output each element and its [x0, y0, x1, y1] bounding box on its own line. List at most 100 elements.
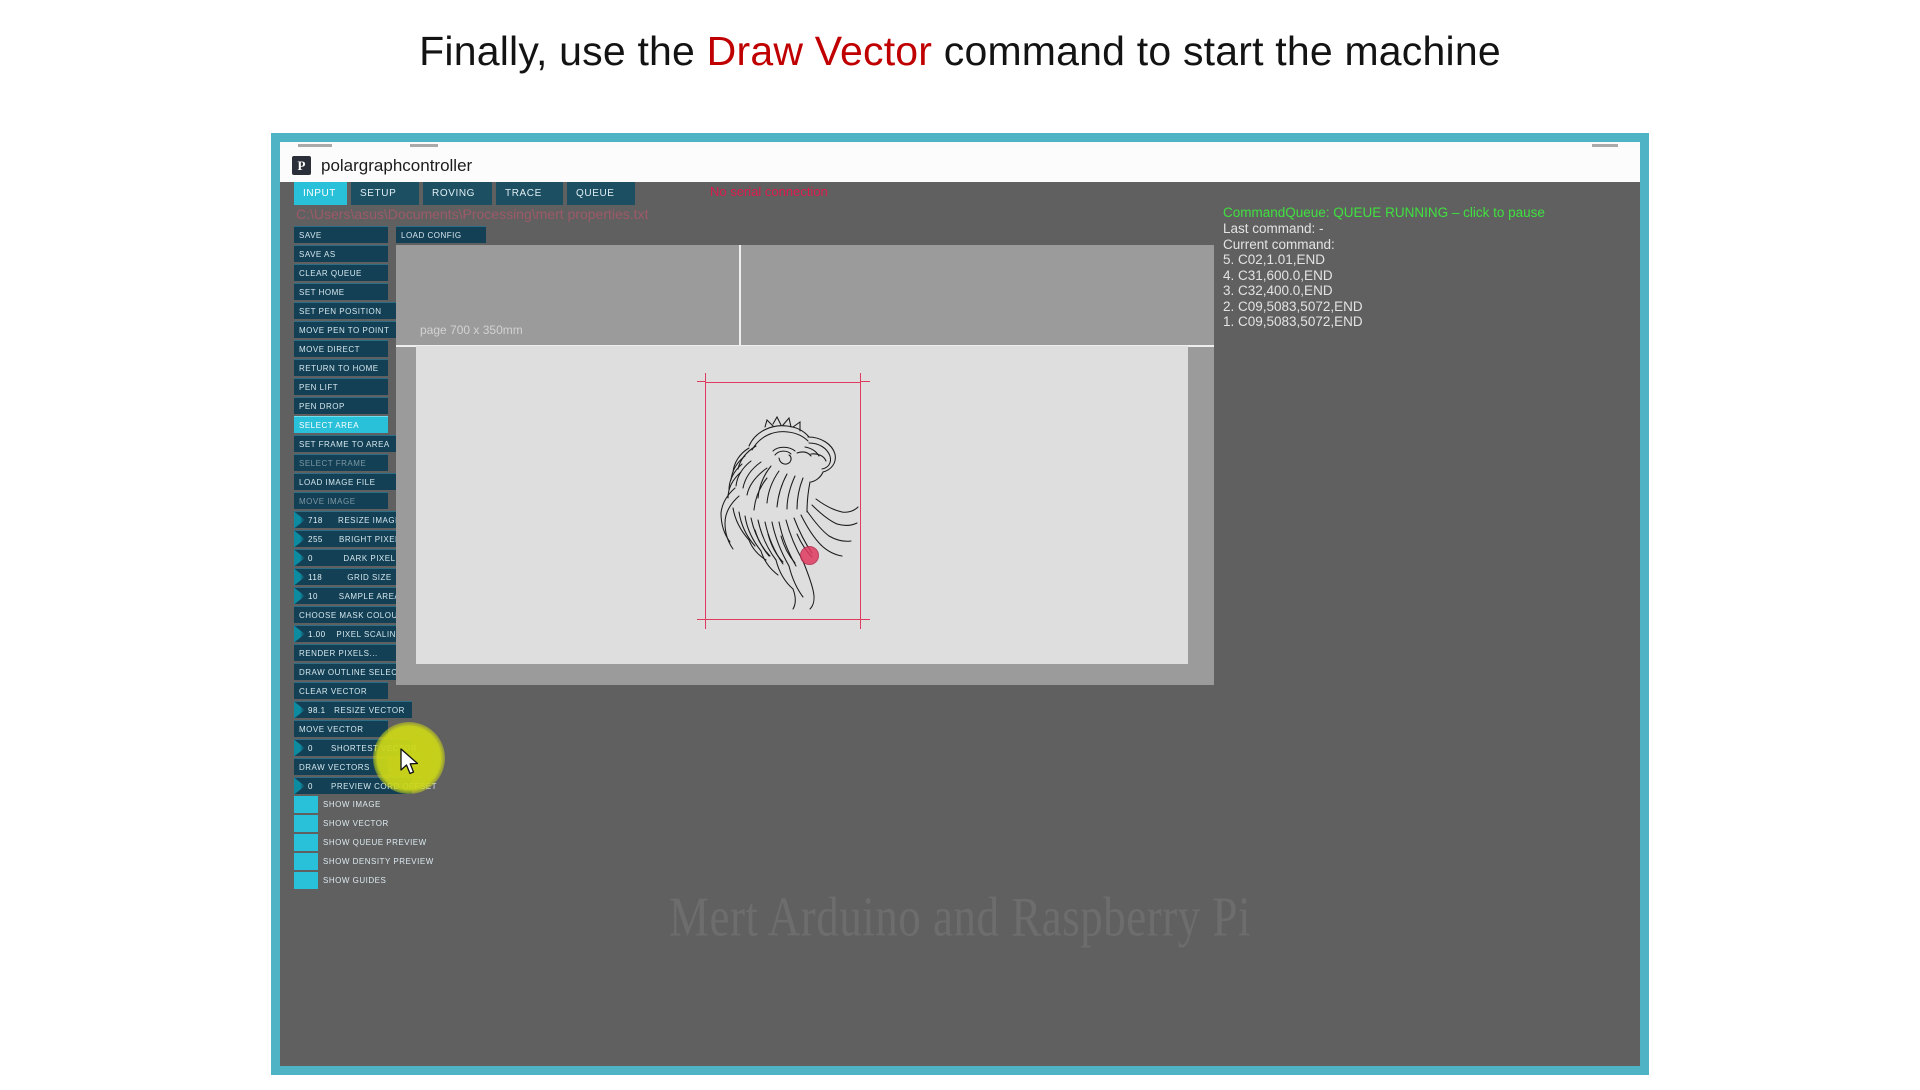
- sidebar-select-frame-button[interactable]: SELECT FRAME: [294, 454, 388, 471]
- load-config-button[interactable]: LOAD CONFIG: [396, 226, 486, 243]
- selection-tick-br-h: [861, 619, 870, 620]
- chrome-glyph-mid: [410, 144, 438, 147]
- sidebar-sample-area-button[interactable]: 10SAMPLE AREA: [294, 587, 412, 604]
- serial-status-text: No serial connection: [710, 184, 828, 199]
- toggle-label-show-queue-preview: SHOW QUEUE PREVIEW: [318, 838, 427, 847]
- guide-line-vertical: [739, 245, 741, 345]
- slider-value-resize-vector: 98.1: [305, 706, 331, 715]
- tab-roving[interactable]: ROVING: [423, 182, 494, 205]
- sidebar-save-as-button[interactable]: SAVE AS: [294, 245, 388, 262]
- slider-handle-grid-size[interactable]: [294, 569, 305, 586]
- sidebar-draw-outline-selected-button[interactable]: DRAW OUTLINE SELECTED: [294, 663, 412, 680]
- sidebar-set-frame-to-area-button[interactable]: SET FRAME TO AREA: [294, 435, 412, 452]
- sidebar-load-image-file-button[interactable]: LOAD IMAGE FILE: [294, 473, 412, 490]
- slider-value-pixel-scaling: 1.00: [305, 630, 331, 639]
- sidebar-show-density-preview-button[interactable]: SHOW DENSITY PREVIEW: [294, 853, 412, 870]
- sidebar-move-vector-button[interactable]: MOVE VECTOR: [294, 720, 388, 737]
- chrome-glyph-right: [1592, 144, 1618, 147]
- slider-value-preview-cord-offset: 0: [305, 782, 331, 791]
- slider-value-sample-area: 10: [305, 592, 331, 601]
- tab-bar: INPUT SETUP ROVING TRACE QUEUE No serial…: [280, 182, 1640, 205]
- tab-trace[interactable]: TRACE: [496, 182, 565, 205]
- queue-command-item: 5. C02,1.01,END: [1223, 252, 1623, 268]
- page-title-part2: command to start the machine: [932, 28, 1501, 74]
- current-command-label: Current command:: [1223, 237, 1623, 253]
- window-title: polargraphcontroller: [321, 156, 472, 176]
- slider-handle-shortest-vector[interactable]: [294, 740, 305, 757]
- slider-value-shortest-vector: 0: [305, 744, 331, 753]
- selection-tick-tl-v: [705, 373, 706, 382]
- queue-command-item: 3. C32,400.0,END: [1223, 283, 1623, 299]
- sidebar-return-to-home-button[interactable]: RETURN TO HOME: [294, 359, 388, 376]
- slider-handle-bright-pixel[interactable]: [294, 531, 305, 548]
- sidebar: SAVESAVE ASCLEAR QUEUESET HOMESET PEN PO…: [294, 226, 388, 891]
- sidebar-pen-lift-button[interactable]: PEN LIFT: [294, 378, 388, 395]
- slider-value-bright-pixel: 255: [305, 535, 331, 544]
- toggle-label-show-vector: SHOW VECTOR: [318, 819, 389, 828]
- queue-status-text[interactable]: CommandQueue: QUEUE RUNNING – click to p…: [1223, 205, 1623, 221]
- sidebar-save-button[interactable]: SAVE: [294, 226, 388, 243]
- toggle-label-show-image: SHOW IMAGE: [318, 800, 381, 809]
- slider-label-resize-vector: RESIZE VECTOR: [331, 706, 412, 715]
- slider-handle-preview-cord-offset[interactable]: [294, 778, 305, 795]
- sidebar-show-vector-button[interactable]: SHOW VECTOR: [294, 815, 412, 832]
- sidebar-bright-pixel-button[interactable]: 255BRIGHT PIXEL: [294, 530, 412, 547]
- last-command-label: Last command: -: [1223, 221, 1623, 237]
- sidebar-set-home-button[interactable]: SET HOME: [294, 283, 388, 300]
- page-size-label: page 700 x 350mm: [420, 323, 523, 337]
- sidebar-show-image-button[interactable]: SHOW IMAGE: [294, 796, 412, 813]
- slider-handle-dark-pixel[interactable]: [294, 550, 305, 567]
- application-window: P polargraphcontroller INPUT SETUP ROVIN…: [280, 142, 1640, 1066]
- sidebar-dark-pixel-button[interactable]: 0DARK PIXEL: [294, 549, 412, 566]
- sidebar-resize-image-button[interactable]: 718RESIZE IMAGE: [294, 511, 412, 528]
- sidebar-select-area-button[interactable]: SELECT AREA: [294, 416, 388, 433]
- slider-handle-pixel-scaling[interactable]: [294, 626, 305, 643]
- slider-value-grid-size: 118: [305, 573, 331, 582]
- eagle-head-line-art: [711, 406, 861, 611]
- config-file-path: C:\Users\asus\Documents\Processing\mert …: [296, 206, 648, 222]
- selection-tick-tr-h: [861, 381, 870, 382]
- sidebar-move-pen-to-point-button[interactable]: MOVE PEN TO POINT: [294, 321, 412, 338]
- sidebar-pen-drop-button[interactable]: PEN DROP: [294, 397, 388, 414]
- pen-position-indicator: [800, 546, 819, 565]
- toggle-switch-show-vector[interactable]: [294, 815, 318, 832]
- sidebar-move-direct-button[interactable]: MOVE DIRECT: [294, 340, 388, 357]
- page-title: Finally, use the Draw Vector command to …: [0, 28, 1920, 75]
- toggle-switch-show-queue-preview[interactable]: [294, 834, 318, 851]
- toggle-switch-show-density-preview[interactable]: [294, 853, 318, 870]
- selection-tick-bl-v: [705, 620, 706, 629]
- tab-setup[interactable]: SETUP: [351, 182, 421, 205]
- window-chrome-strip: [280, 142, 1640, 149]
- watermark: Mert Arduino and Raspberry Pi: [280, 884, 1640, 949]
- chrome-glyph-left: [298, 144, 332, 147]
- queue-command-item: 4. C31,600.0,END: [1223, 268, 1623, 284]
- sidebar-grid-size-button[interactable]: 118GRID SIZE: [294, 568, 412, 585]
- sidebar-choose-mask-colour-button[interactable]: CHOOSE MASK COLOUR: [294, 606, 412, 623]
- queue-command-item: 1. C09,5083,5072,END: [1223, 314, 1623, 330]
- sidebar-move-image-button[interactable]: MOVE IMAGE: [294, 492, 388, 509]
- sidebar-render-pixels-button[interactable]: RENDER PIXELS...: [294, 644, 412, 661]
- selection-tick-tr-v: [860, 373, 861, 382]
- selection-tick-br-v: [860, 620, 861, 629]
- sidebar-resize-vector-button[interactable]: 98.1RESIZE VECTOR: [294, 701, 412, 718]
- slider-value-dark-pixel: 0: [305, 554, 331, 563]
- toggle-switch-show-image[interactable]: [294, 796, 318, 813]
- slider-handle-resize-vector[interactable]: [294, 702, 305, 719]
- page-title-part1: Finally, use the: [419, 28, 707, 74]
- sidebar-show-queue-preview-button[interactable]: SHOW QUEUE PREVIEW: [294, 834, 412, 851]
- command-queue-panel[interactable]: CommandQueue: QUEUE RUNNING – click to p…: [1223, 205, 1623, 330]
- slider-handle-resize-image[interactable]: [294, 512, 305, 529]
- title-bar: P polargraphcontroller: [280, 149, 1640, 182]
- toggle-label-show-density-preview: SHOW DENSITY PREVIEW: [318, 857, 434, 866]
- sidebar-clear-vector-button[interactable]: CLEAR VECTOR: [294, 682, 388, 699]
- tab-queue[interactable]: QUEUE: [567, 182, 637, 205]
- mouse-cursor: [400, 748, 422, 778]
- tab-input[interactable]: INPUT: [294, 182, 349, 205]
- slider-value-resize-image: 718: [305, 516, 331, 525]
- sidebar-pixel-scaling-button[interactable]: 1.00PIXEL SCALING: [294, 625, 412, 642]
- page-title-highlight: Draw Vector: [707, 28, 933, 74]
- slider-handle-sample-area[interactable]: [294, 588, 305, 605]
- drawing-canvas[interactable]: page 700 x 350mm: [396, 245, 1214, 685]
- sidebar-clear-queue-button[interactable]: CLEAR QUEUE: [294, 264, 388, 281]
- sidebar-set-pen-position-button[interactable]: SET PEN POSITION: [294, 302, 412, 319]
